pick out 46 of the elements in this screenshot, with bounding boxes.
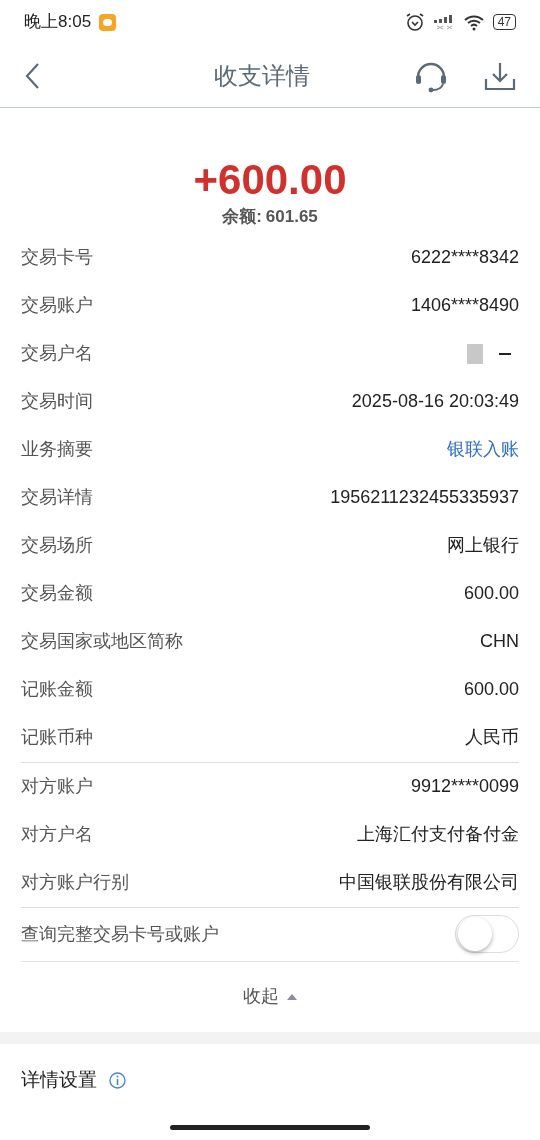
row-label: 交易户名 [21,342,93,365]
row-value: 中国银联股份有限公司 [339,871,519,894]
row-label: 交易详情 [21,486,93,509]
settings-label: 详情设置 [21,1068,97,1093]
row-value: 600.00 [463,582,519,605]
collapse-button[interactable]: 收起 [243,983,297,1010]
row-value: 上海汇付支付备付金 [357,823,519,846]
amount: +600.00 [193,156,347,204]
row-label: 交易账户 [21,294,93,317]
row-label: 交易卡号 [21,246,93,269]
download-icon[interactable] [484,60,516,91]
row-value: 网上银行 [447,534,519,557]
row-label: 业务摘要 [21,438,93,461]
signal-icon [432,14,455,30]
page-title: 收支详情 [214,60,310,91]
row-link[interactable]: 银联入账 [447,436,519,463]
row-label: 记账币种 [21,726,93,749]
row-label: 对方账户行别 [21,871,129,894]
row-label: 交易场所 [21,534,93,557]
row-value: 1406****8490 [410,294,519,317]
row-label: 交易金额 [21,582,93,605]
row-value: 600.00 [463,678,519,701]
row-label: 交易时间 [21,390,93,413]
toggle-switch[interactable] [455,915,519,953]
row-label: 对方账户 [21,775,93,798]
back-icon[interactable] [24,61,40,90]
status-time: 晚上8:05 [24,11,92,34]
row-value: 6222****8342 [410,246,519,269]
row-value: 人民币 [465,726,519,749]
row-label: 对方户名 [21,823,93,846]
row-value: 9912****0099 [410,775,519,798]
caret-icon [287,993,297,1000]
info-icon[interactable] [109,1072,126,1089]
redacted-value [467,343,511,364]
alarm-icon [404,12,425,32]
toggle-label: 查询完整交易卡号或账户 [21,922,219,946]
message-icon [99,13,117,31]
balance-label: 余额: [222,206,262,228]
row-value: CHN [480,630,519,653]
wifi-icon [462,13,485,31]
row-label: 记账金额 [21,678,93,701]
balance-value: 601.65 [265,206,318,228]
row-label: 交易国家或地区简称 [21,630,183,653]
row-value: 1956211232455335937 [330,486,519,509]
battery-indicator: 47 [492,14,516,30]
row-value: 2025-08-16 20:03:49 [351,390,519,413]
